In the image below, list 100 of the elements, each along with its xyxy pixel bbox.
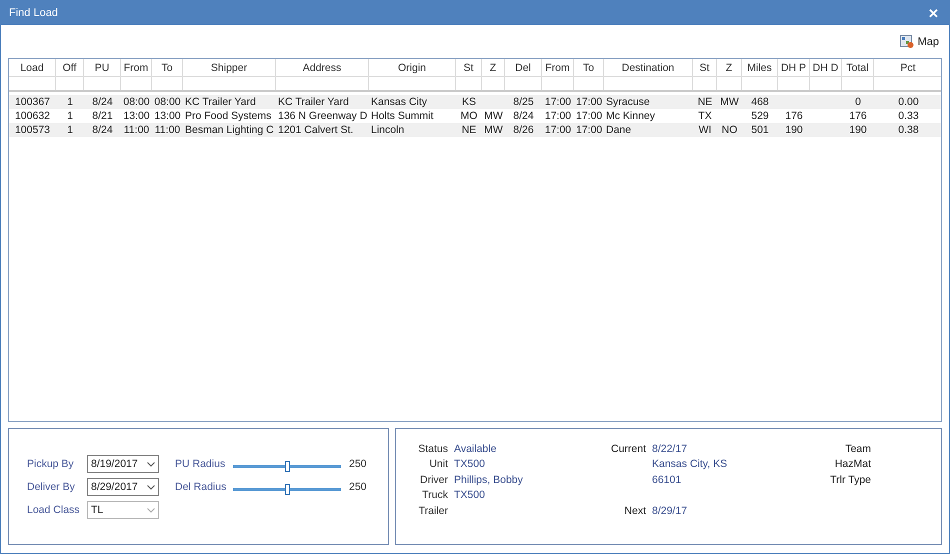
column-header[interactable]: PU: [94, 62, 110, 74]
detail-value: 8/29/17: [652, 504, 688, 517]
table-cell: 529: [751, 110, 769, 122]
column-header[interactable]: Off: [62, 62, 76, 74]
column-header[interactable]: Del: [515, 62, 531, 74]
column-header[interactable]: To: [161, 62, 173, 74]
dropdown[interactable]: TL: [87, 501, 159, 519]
table-row[interactable]: 100367 1 8/24 08:00 08:00 KC Trailer Yard KC Trailer Yard Kansas City KS 8/25 17:00 17:00 Syracuse NE MW 468 0 0.00: [9, 95, 941, 109]
slider-label: PU Radius: [175, 458, 226, 470]
table-cell: 100573: [14, 124, 50, 136]
filter-field[interactable]: [542, 76, 574, 90]
table-cell: 176: [785, 110, 803, 122]
table-cell: NE: [698, 96, 712, 108]
table-cell: TX: [698, 110, 712, 122]
table-cell: 11:00: [154, 124, 180, 136]
table-cell: 1201 Calvert St.: [278, 124, 354, 136]
column-header[interactable]: To: [582, 62, 594, 74]
table-cell: Mc Kinney: [606, 110, 656, 122]
column-header[interactable]: Address: [302, 62, 342, 74]
table-cell: 8/24: [513, 110, 534, 122]
filter-field[interactable]: [121, 76, 152, 90]
filter-field[interactable]: [456, 76, 482, 90]
column-header[interactable]: Total: [846, 62, 869, 74]
slider-reading: 250: [349, 458, 367, 470]
filter-field[interactable]: [842, 76, 874, 90]
column-header[interactable]: Origin: [398, 62, 426, 74]
table-cell: Pro Food Systems: [185, 110, 272, 122]
table-cell: 17:00: [544, 96, 572, 108]
detail-label: Truck: [421, 489, 449, 502]
table-cell: 1: [67, 110, 73, 122]
map-button[interactable]: Map: [898, 32, 941, 50]
filter-field[interactable]: [778, 76, 810, 90]
filter-field[interactable]: [810, 76, 842, 90]
filter-field[interactable]: [276, 76, 369, 90]
table-row[interactable]: 100573 1 8/24 11:00 11:00 Besman Lighting C 1201 Calvert St. Lincoln NE MW 8/26 17:00 17:00 Dane WI NO 501 190 190 0.38: [9, 123, 941, 137]
table-cell: KC Trailer Yard: [278, 96, 349, 108]
table-cell: 17:00: [544, 110, 572, 122]
close-button[interactable]: ✕: [926, 6, 941, 20]
slider-thumb[interactable]: [285, 484, 290, 495]
column-header[interactable]: Z: [726, 62, 732, 74]
column-header[interactable]: DH D: [812, 62, 838, 74]
field-label: Load Class: [27, 504, 81, 516]
table-cell: 1: [67, 96, 73, 108]
table-cell: 8/24: [92, 96, 113, 108]
table-cell: 190: [849, 124, 867, 136]
table-cell: MW: [484, 124, 503, 136]
filter-field[interactable]: [604, 76, 693, 90]
filter-field[interactable]: [505, 76, 542, 90]
table-cell: 100632: [14, 110, 50, 122]
column-header[interactable]: Pct: [900, 62, 916, 74]
column-header[interactable]: Miles: [747, 62, 772, 74]
filter-field[interactable]: [742, 76, 778, 90]
table-cell: Syracuse: [606, 96, 650, 108]
table-cell: 13:00: [123, 110, 150, 122]
filter-field[interactable]: [369, 76, 456, 90]
table-cell: 100367: [14, 96, 50, 108]
date-picker[interactable]: 8/19/2017: [87, 455, 159, 473]
detail-value: TX500: [454, 489, 485, 502]
filter-field[interactable]: [717, 76, 742, 90]
detail-value: 8/22/17: [652, 442, 688, 455]
column-header[interactable]: DH P: [780, 62, 806, 74]
column-header[interactable]: From: [124, 62, 148, 74]
slider-thumb[interactable]: [285, 461, 290, 472]
filter-field[interactable]: [56, 76, 84, 90]
detail-label: HazMat: [834, 458, 871, 470]
detail-label: Current: [610, 442, 647, 455]
filter-field[interactable]: [9, 76, 56, 90]
column-header[interactable]: Destination: [622, 62, 674, 74]
detail-label: Trailer: [418, 504, 449, 517]
table-cell: 0.38: [898, 124, 919, 136]
filter-field[interactable]: [183, 76, 276, 90]
column-header[interactable]: Shipper: [210, 62, 248, 74]
slider-reading: 250: [349, 481, 367, 493]
column-header[interactable]: From: [545, 62, 570, 74]
detail-label: Status: [417, 442, 449, 455]
detail-label: Unit: [428, 458, 449, 470]
filter-field[interactable]: [84, 76, 121, 90]
table-cell: Dane: [606, 124, 632, 136]
column-header[interactable]: St: [700, 62, 710, 74]
table-cell: 8/25: [513, 96, 534, 108]
table-cell: 0.33: [898, 110, 919, 122]
table-row[interactable]: 100632 1 8/21 13:00 13:00 Pro Food Systems 136 N Greenway D Holts Summit MO MW 8/24 17:00 17:00 Mc Kinney TX 529 176 176 0.33: [9, 109, 941, 123]
map-icon: [900, 34, 914, 48]
table-cell: 08:00: [123, 96, 150, 108]
table-cell: KC Trailer Yard: [185, 96, 256, 108]
column-header[interactable]: Z: [490, 62, 496, 74]
table-cell: 17:00: [576, 124, 602, 136]
filter-field[interactable]: [152, 76, 183, 90]
column-header[interactable]: St: [464, 62, 474, 74]
table-cell: 13:00: [154, 110, 181, 122]
table-cell: KS: [462, 96, 476, 108]
filter-field[interactable]: [693, 76, 717, 90]
table-cell: 08:00: [154, 96, 181, 108]
filter-field[interactable]: [574, 76, 604, 90]
column-header[interactable]: Load: [20, 62, 44, 74]
table-cell: 0: [855, 96, 861, 108]
filter-field[interactable]: [482, 76, 505, 90]
detail-label: Driver: [419, 474, 449, 486]
date-picker[interactable]: 8/29/2017: [87, 478, 159, 496]
detail-value: Available: [454, 442, 496, 455]
